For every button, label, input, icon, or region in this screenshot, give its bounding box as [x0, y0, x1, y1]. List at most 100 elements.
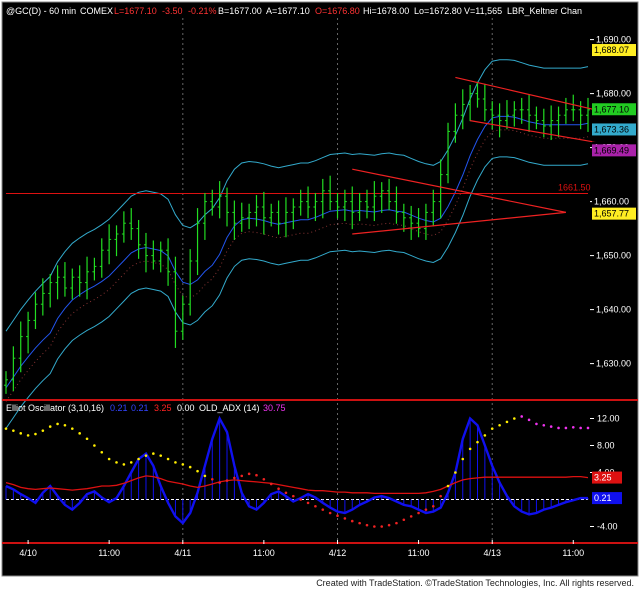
oscillator-value-1: 0.21	[110, 403, 128, 413]
oscillator-value-3: 3.25	[154, 403, 172, 413]
adx-dot	[166, 457, 170, 461]
price-tag-0: 1,688.07	[594, 45, 629, 55]
adx-dot	[4, 427, 8, 430]
adx-dot	[395, 521, 398, 525]
adx-dot	[218, 481, 221, 484]
adx-dot	[19, 432, 23, 435]
adx-dot	[240, 474, 244, 478]
adx-dot	[350, 519, 354, 523]
header-bid: B=1677.00	[218, 6, 262, 16]
adx-dot	[483, 434, 487, 437]
header-last: L=1677.10	[114, 6, 157, 16]
time-tick-label-5: 11:00	[408, 548, 430, 558]
adx-dot	[336, 514, 339, 517]
chart-frame	[1, 1, 639, 577]
adx-dot	[196, 469, 199, 473]
adx-dot	[100, 450, 104, 454]
adx-dot	[269, 482, 273, 486]
oscillator-value-2: 0.21	[131, 403, 149, 413]
time-tick-label-2: 4/11	[174, 548, 191, 558]
adx-dot	[417, 511, 420, 515]
price-tick-label-6: 1,630.00	[596, 359, 631, 369]
price-tick-label-1: 1,680.00	[596, 89, 631, 99]
adx-dot	[314, 504, 317, 508]
adx-dot	[93, 444, 96, 447]
adx-dot	[409, 515, 413, 518]
adx-dot	[321, 508, 325, 511]
adx-value: 30.75	[263, 403, 286, 413]
adx-dot	[365, 523, 369, 527]
adx-dot	[188, 465, 192, 469]
adx-dot	[63, 423, 67, 427]
adx-dot	[358, 521, 361, 525]
adx-dot	[277, 487, 280, 491]
oscillator-value-4: 0.00	[177, 403, 195, 413]
adx-dot	[71, 427, 74, 430]
price-tick-label-0: 1,690.00	[596, 35, 631, 45]
header-pct: -0.21%	[188, 6, 217, 16]
time-tick-label-3: 11:00	[253, 548, 275, 558]
tradestation-chart: @GC(D) - 60 min COMEX L=1677.10 -3.50 -0…	[0, 0, 640, 591]
adx-dot	[137, 457, 140, 461]
adx-dot	[446, 484, 450, 488]
adx-dot	[115, 461, 118, 464]
adx-dot	[513, 417, 516, 420]
header-change: -3.50	[162, 6, 183, 16]
header-low: Lo=1672.80	[414, 6, 462, 16]
time-tick-label-0: 4/10	[19, 548, 37, 558]
time-tick-label-6: 4/13	[483, 548, 501, 558]
adx-dot	[468, 447, 472, 451]
adx-dot	[387, 523, 391, 527]
adx-dot	[520, 415, 523, 418]
price-tag-2: 1,673.36	[594, 124, 629, 134]
adx-dot	[152, 452, 155, 455]
adx-dot	[203, 474, 207, 478]
adx-dot	[85, 437, 89, 441]
adx-dot	[579, 426, 582, 430]
osc-tick-label-1: 8.00	[597, 441, 615, 451]
adx-dot	[174, 461, 177, 464]
adx-dot	[262, 477, 266, 481]
price-tag-5: 1,660.00	[594, 197, 629, 207]
adx-dot	[373, 525, 376, 528]
header-volume: V=11,565	[464, 6, 502, 16]
adx-dot	[122, 463, 126, 466]
adx-dot	[527, 418, 531, 422]
adx-dot	[343, 517, 347, 520]
adx-dot	[439, 494, 442, 498]
adx-dot	[233, 476, 236, 480]
adx-dot	[181, 463, 185, 466]
adx-dot	[255, 473, 258, 477]
header-ask: A=1677.10	[266, 6, 310, 16]
adx-dot	[461, 457, 465, 461]
header-study: LBR_Keltner Chan	[507, 6, 582, 16]
header-high: Hi=1678.00	[363, 6, 409, 16]
adx-dot	[41, 429, 45, 432]
time-tick-label-4: 4/12	[329, 548, 347, 558]
adx-dot	[557, 426, 560, 430]
adx-name: OLD_ADX (14)	[199, 403, 260, 413]
osc-tag-0: 3.25	[594, 473, 612, 483]
adx-dot	[498, 423, 501, 427]
adx-dot	[144, 454, 148, 457]
price-tag-4: 1,669.49	[594, 145, 629, 155]
adx-dot	[564, 426, 568, 430]
adx-dot	[571, 425, 575, 429]
adx-dot	[306, 501, 310, 505]
time-tick-label-7: 11:00	[562, 548, 584, 558]
osc-tick-label-3: -4.00	[597, 522, 618, 532]
price-tag-1: 1,677.10	[594, 104, 629, 114]
adx-dot	[454, 471, 457, 474]
adx-dot	[56, 422, 59, 426]
adx-dot	[225, 479, 229, 482]
adx-dot	[328, 511, 332, 515]
adx-dot	[247, 472, 251, 476]
adx-dot	[476, 440, 479, 444]
header-open: O=1676.80	[315, 6, 360, 16]
adx-dot	[505, 420, 509, 424]
adx-dot	[424, 508, 428, 511]
adx-dot	[78, 432, 81, 435]
osc-tick-label-0: 12.00	[597, 414, 620, 424]
credit-line: Created with TradeStation. ©TradeStation…	[316, 578, 634, 588]
adx-dot	[292, 494, 295, 498]
